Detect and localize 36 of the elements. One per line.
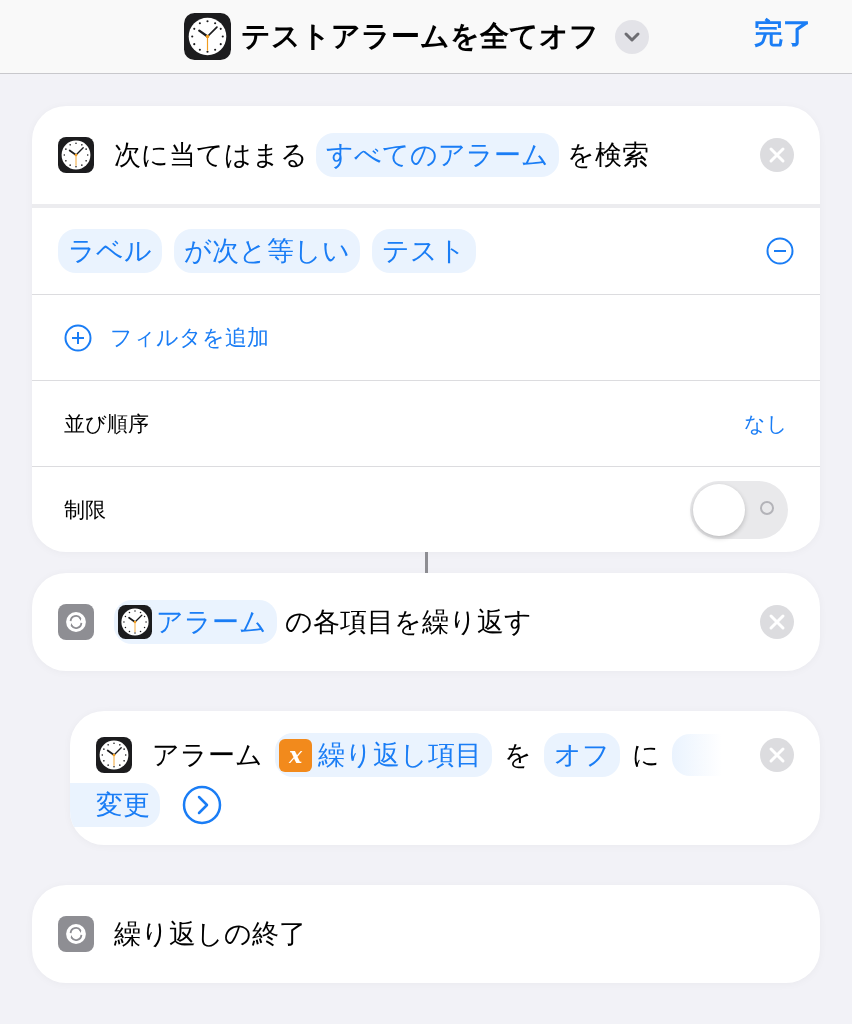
action-text: を bbox=[504, 738, 532, 772]
chevron-right-button[interactable] bbox=[182, 785, 222, 825]
parameter-token[interactable]: アラーム bbox=[114, 600, 277, 644]
action-text: の各項目を繰り返す bbox=[285, 605, 532, 639]
chevron-down-icon[interactable] bbox=[615, 19, 649, 54]
plus-icon bbox=[64, 323, 92, 352]
action-text: に bbox=[632, 738, 660, 772]
parameter-token[interactable]: 変更 bbox=[70, 783, 160, 827]
clock-icon bbox=[184, 13, 231, 60]
filter-token[interactable]: が次と等しい bbox=[174, 229, 360, 273]
sort-value[interactable]: なし bbox=[744, 409, 788, 438]
add-filter-button[interactable]: フィルタを追加 bbox=[64, 322, 269, 353]
clock-icon bbox=[96, 737, 132, 773]
repeat-icon bbox=[58, 604, 94, 640]
shortcut-title[interactable]: テストアラームを全てオフ bbox=[241, 16, 599, 57]
parameter-token[interactable]: オフ bbox=[544, 733, 620, 777]
variable-token[interactable]: x 繰り返し項目 bbox=[275, 733, 492, 777]
clock-icon bbox=[118, 605, 152, 639]
parameter-token[interactable]: すべてのアラーム bbox=[316, 133, 559, 177]
remove-filter-button[interactable] bbox=[766, 237, 794, 265]
limit-toggle[interactable] bbox=[690, 480, 788, 539]
variable-icon: x bbox=[279, 738, 312, 772]
sort-label: 並び順序 bbox=[64, 410, 149, 438]
action-text: アラーム bbox=[152, 738, 263, 772]
filter-token[interactable]: ラベル bbox=[58, 229, 162, 273]
close-button[interactable] bbox=[760, 738, 794, 772]
close-button[interactable] bbox=[760, 605, 794, 639]
action-text: 繰り返しの終了 bbox=[114, 917, 306, 951]
filter-token[interactable]: テスト bbox=[372, 229, 476, 273]
action-text: 次に当てはまる bbox=[114, 138, 308, 172]
done-button[interactable]: 完了 bbox=[754, 14, 812, 54]
clock-icon bbox=[58, 137, 94, 173]
repeat-icon bbox=[58, 916, 94, 952]
close-button[interactable] bbox=[760, 138, 794, 172]
limit-label: 制限 bbox=[64, 496, 106, 524]
action-text: を検索 bbox=[567, 138, 649, 172]
